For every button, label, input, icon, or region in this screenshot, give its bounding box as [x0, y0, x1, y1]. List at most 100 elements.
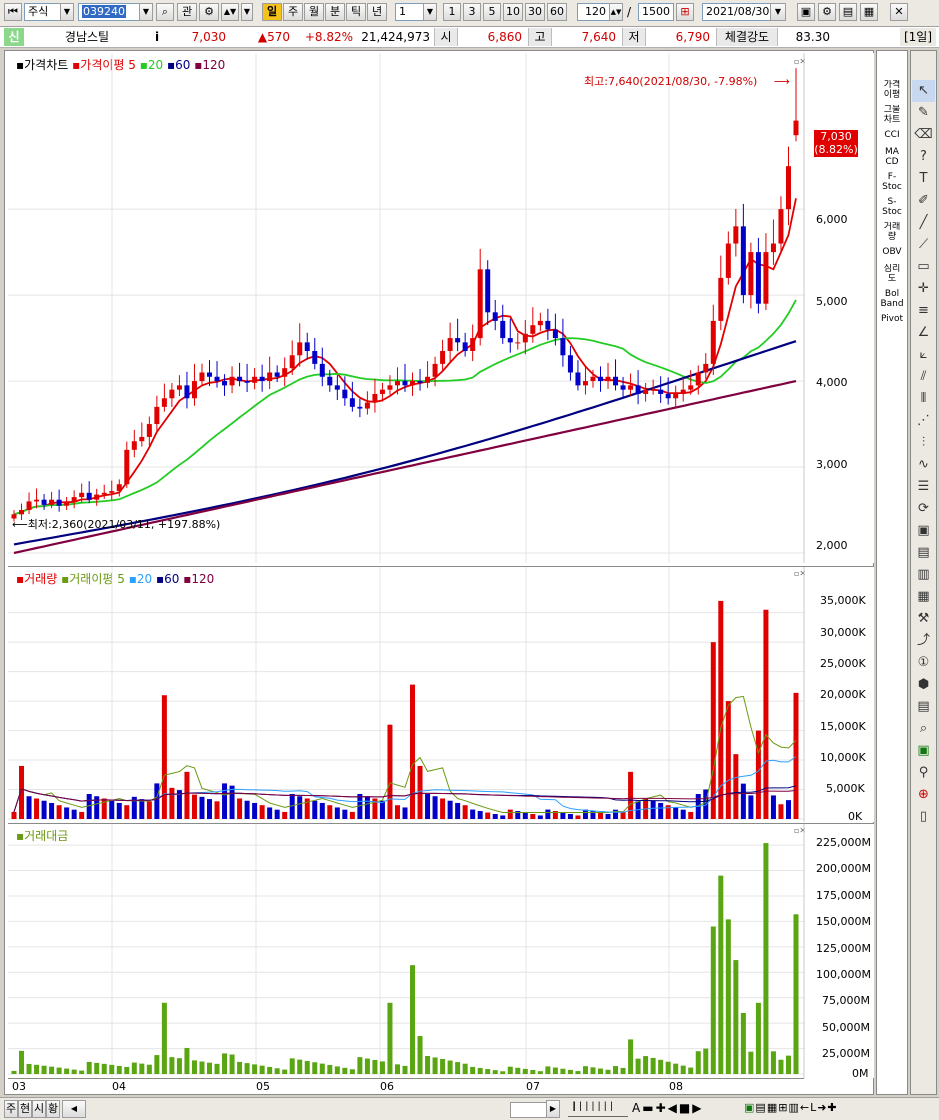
wrench-icon[interactable]: ⚒ — [912, 608, 935, 630]
step-right-icon[interactable]: ▶ — [692, 1101, 703, 1115]
ray-icon[interactable]: ⟋ — [912, 234, 935, 256]
indicator-4[interactable]: F- Stoc — [878, 172, 906, 194]
chevron-down-icon[interactable]: ▼ — [770, 3, 786, 21]
chevron-down-icon[interactable]: ▼ — [139, 3, 153, 21]
interval-5-button[interactable]: 5 — [483, 3, 501, 21]
alert-icon[interactable]: ① — [912, 652, 935, 674]
amount-bar — [785, 1055, 791, 1074]
watchlist-button[interactable]: 관 — [177, 3, 197, 21]
parallel-lines-icon[interactable]: ≡ — [912, 300, 935, 322]
spin-arrows-icon[interactable]: ▲▼ — [221, 3, 239, 21]
fibonacci-icon[interactable]: ⦀ — [912, 388, 935, 410]
fan-icon[interactable]: ⟀ — [912, 344, 935, 366]
period-tick-button[interactable]: 틱 — [346, 3, 366, 21]
period-minute-button[interactable]: 분 — [325, 3, 345, 21]
layout-icon[interactable]: ▥ — [788, 1101, 799, 1114]
marker-icon[interactable]: ⬢ — [912, 674, 935, 696]
right-arrow-icon[interactable]: ➜ — [817, 1101, 827, 1114]
indicator-9[interactable]: Bol Band — [878, 289, 906, 311]
period-month-button[interactable]: 월 — [304, 3, 324, 21]
indicator-6[interactable]: 거래 량 — [878, 222, 906, 244]
window-icon[interactable]: ▣ — [797, 3, 815, 21]
interval-1-button[interactable]: 1 — [443, 3, 461, 21]
tab-hwang[interactable]: 황 — [46, 1100, 60, 1118]
andrews-icon[interactable]: ⋰ — [912, 410, 935, 432]
period-day-button[interactable]: 일 — [262, 3, 282, 21]
indicator-0[interactable]: 가격 이평 — [878, 80, 906, 102]
delete-all-icon[interactable]: ⌫ — [912, 124, 935, 146]
step-left-icon[interactable]: ◀ — [668, 1101, 679, 1115]
zoom-icon[interactable]: ⚲ — [912, 762, 935, 784]
eraser-icon[interactable]: ✎ — [912, 102, 935, 124]
settings-icon[interactable]: ⚙ — [199, 3, 219, 21]
tab-ju[interactable]: 주 — [4, 1100, 18, 1118]
excel-export-icon[interactable]: ▣ — [744, 1101, 755, 1114]
scroll-left-icon[interactable]: ◀ — [62, 1100, 86, 1118]
indicator-7[interactable]: OBV — [878, 247, 906, 261]
gear-icon[interactable]: ⚙ — [818, 3, 836, 21]
auto-icon[interactable]: ⟳ — [912, 498, 935, 520]
stop-icon[interactable]: ■ — [679, 1101, 692, 1115]
level-icon[interactable]: ☰ — [912, 476, 935, 498]
crosshair-icon[interactable]: ✛ — [912, 278, 935, 300]
indicator-5[interactable]: S- Stoc — [878, 197, 906, 219]
close-icon[interactable]: ✕ — [890, 3, 908, 21]
candle-body — [710, 320, 716, 364]
target-icon[interactable]: ⊕ — [912, 784, 935, 806]
interval-30-button[interactable]: 30 — [525, 3, 545, 21]
help-icon[interactable]: ? — [912, 146, 935, 168]
multi-chart-icon[interactable]: ▦ — [767, 1101, 778, 1114]
tab-si[interactable]: 시 — [32, 1100, 46, 1118]
layout-icon[interactable]: ▦ — [860, 3, 878, 21]
price-chart-icon[interactable]: ⤴ — [912, 630, 935, 652]
chevron-down-icon[interactable]: ▼ — [60, 3, 74, 21]
rectangle-icon[interactable]: ▭ — [912, 256, 935, 278]
search-chart-icon[interactable]: ⌕ — [912, 718, 935, 740]
chart-window-icon[interactable]: ▣ — [912, 520, 935, 542]
bar-chart-icon[interactable]: ▥ — [912, 564, 935, 586]
spin-arrows-icon[interactable]: ▲▼ — [609, 3, 623, 21]
excel-icon[interactable]: ▣ — [912, 740, 935, 762]
interval-60-button[interactable]: 60 — [547, 3, 567, 21]
indicator-3[interactable]: MA CD — [878, 147, 906, 169]
volume-bar — [770, 795, 776, 819]
indicator-2[interactable]: CCI — [878, 130, 906, 144]
pen-icon[interactable]: ✐ — [912, 190, 935, 212]
period-week-button[interactable]: 주 — [283, 3, 303, 21]
save-icon[interactable]: ▤ — [839, 3, 857, 21]
grid-icon[interactable]: ⊞ — [778, 1101, 788, 1114]
scroll-icon[interactable]: ▯ — [912, 806, 935, 828]
channel-icon[interactable]: ⫽ — [912, 366, 935, 388]
grid-icon[interactable]: ⊞ — [676, 3, 694, 21]
wave-icon[interactable]: ∿ — [912, 454, 935, 476]
scroll-right-icon[interactable]: ▶ — [546, 1100, 560, 1118]
zoom-out-icon[interactable]: ▬ — [642, 1101, 655, 1115]
tab-hyeon[interactable]: 현 — [18, 1100, 32, 1118]
left-arrow-icon[interactable]: ← — [800, 1101, 810, 1114]
gann-icon[interactable]: ∠ — [912, 322, 935, 344]
indicator-8[interactable]: 심리 도 — [878, 264, 906, 286]
pattern-icon[interactable]: ▦ — [912, 586, 935, 608]
table-icon[interactable]: ▤ — [912, 696, 935, 718]
plus-icon[interactable]: ✚ — [827, 1101, 837, 1114]
chevron-down-icon[interactable]: ▼ — [423, 3, 437, 21]
period-year-button[interactable]: 년 — [367, 3, 387, 21]
save-icon[interactable]: ▤ — [755, 1101, 766, 1114]
interval-10-button[interactable]: 10 — [503, 3, 523, 21]
document-icon[interactable]: ▤ — [912, 542, 935, 564]
line-icon[interactable]: ╱ — [912, 212, 935, 234]
back-arrow-icon[interactable]: ⏮ — [4, 3, 22, 21]
text-icon[interactable]: T — [912, 168, 935, 190]
indicator-10[interactable]: Pivot — [878, 314, 906, 328]
interval-3-button[interactable]: 3 — [463, 3, 481, 21]
letter-a-icon[interactable]: A — [632, 1101, 642, 1115]
search-icon[interactable]: ⌕ — [156, 3, 174, 21]
cursor-icon[interactable]: ↖ — [912, 80, 935, 102]
strength-label: 체결강도 — [716, 28, 778, 46]
indicator-1[interactable]: 그물 차트 — [878, 105, 906, 127]
speed-line-icon[interactable]: ⫶ — [912, 432, 935, 454]
info-icon[interactable]: i — [150, 28, 164, 46]
zoom-in-icon[interactable]: ✚ — [656, 1101, 668, 1115]
chevron-down-icon[interactable]: ▼ — [241, 3, 253, 21]
zoom-slider[interactable]: ▕▏▏▏▏▏▏▏ — [568, 1102, 628, 1117]
